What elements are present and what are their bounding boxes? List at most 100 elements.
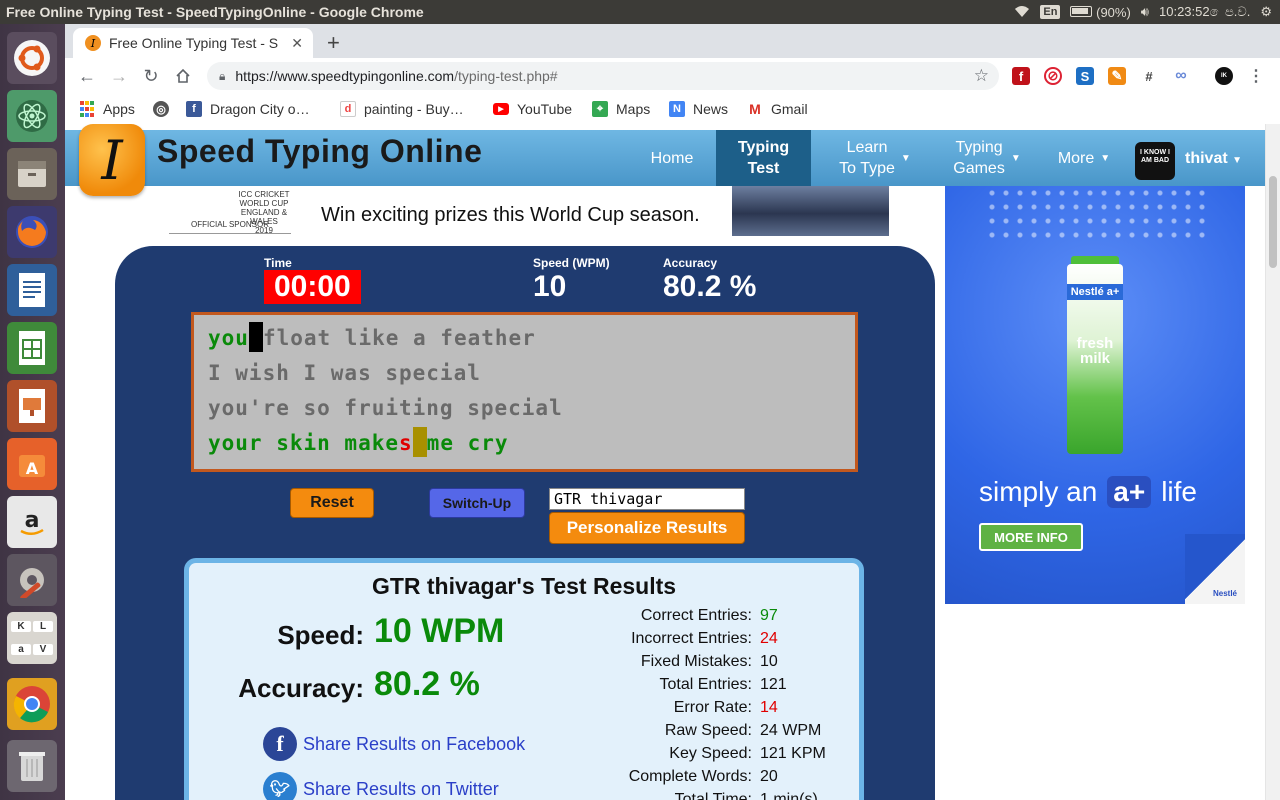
clock[interactable]: 10:23:52 ෙප.ව. (1159, 4, 1250, 20)
bookmark-news[interactable]: N News (669, 101, 728, 117)
bookmark-maps[interactable]: ⌖ Maps (592, 101, 650, 117)
lock-icon[interactable]: 🔒︎ (219, 69, 225, 84)
pencil-extension-icon[interactable]: ✎ (1108, 67, 1126, 85)
name-input[interactable] (549, 488, 745, 510)
ad-bridge-image (732, 186, 889, 236)
s-extension-icon[interactable]: S (1076, 67, 1094, 85)
tab-title: Free Online Typing Test - S (109, 35, 279, 51)
reset-button[interactable]: Reset (290, 488, 374, 518)
dropdown-caret-icon: ▼ (1010, 152, 1021, 164)
bookmark-dragon-city[interactable]: f Dragon City o… (186, 101, 310, 117)
forward-button[interactable]: → (107, 64, 131, 88)
site-favicon-icon: I (85, 35, 101, 51)
nav-more[interactable]: More ▼ (1049, 130, 1119, 186)
personalize-results-button[interactable]: Personalize Results (549, 512, 745, 544)
results-title: GTR thivagar's Test Results (371, 573, 677, 599)
page-scrollbar[interactable] (1265, 124, 1280, 800)
adblock-extension-icon[interactable]: ⊘ (1044, 67, 1062, 85)
user-menu[interactable]: thivat ▼ (1185, 150, 1242, 168)
stat-value: 20 (760, 768, 778, 785)
stat-row: Correct Entries: 97 (572, 607, 778, 625)
bookmark-gmail[interactable]: M Gmail (747, 101, 808, 117)
onboard-keyboard-icon[interactable]: K L a V (7, 612, 57, 664)
nestle-logo: Nestlé (1212, 589, 1237, 598)
more-info-button[interactable]: MORE INFO (979, 523, 1083, 551)
nav-home[interactable]: Home (637, 130, 707, 186)
gear-icon[interactable]: ⚙ (1260, 4, 1272, 20)
stat-label: Error Rate: (673, 699, 752, 716)
libreoffice-calc-icon[interactable] (7, 322, 57, 374)
scrollbar-thumb[interactable] (1269, 176, 1277, 268)
system-settings-icon[interactable] (7, 554, 57, 606)
site-logo[interactable]: I (79, 124, 145, 196)
stat-row: Total Entries: 121 (572, 676, 787, 694)
files-icon[interactable] (7, 148, 57, 200)
nav-typing-games[interactable]: Typing Games ▼ (937, 130, 1037, 186)
switch-up-button[interactable]: Switch-Up (429, 488, 525, 518)
share-twitter-link[interactable]: 🐦︎ Share Results on Twitter (263, 772, 499, 800)
stat-value: 24 WPM (760, 722, 822, 739)
home-button[interactable] (171, 64, 195, 88)
top-advertisement[interactable]: ICC CRICKET WORLD CUP ENGLAND & WALES 20… (169, 186, 889, 238)
stat-label: Raw Speed: (664, 722, 752, 739)
keyboard-language-indicator[interactable]: En (1040, 5, 1061, 19)
stat-value: 97 (760, 607, 778, 624)
battery-indicator[interactable]: (90%) (1070, 5, 1131, 20)
browser-tab[interactable]: I Free Online Typing Test - S ✕ (73, 28, 313, 58)
bookmark-painting[interactable]: d painting - Buy… (340, 101, 464, 117)
chrome-menu-icon[interactable]: ⋮ (1247, 67, 1265, 85)
close-tab-icon[interactable]: ✕ (291, 35, 303, 52)
reload-button[interactable]: ↻ (139, 64, 163, 88)
share-facebook-link[interactable]: f Share Results on Facebook (263, 727, 525, 761)
firefox-icon[interactable] (7, 206, 57, 258)
results-panel: GTR thivagar's Test Results Speed: 10 WP… (184, 558, 864, 800)
url-path: /typing-test.php# (454, 68, 558, 84)
libreoffice-impress-icon[interactable] (7, 380, 57, 432)
site-name[interactable]: Speed Typing Online (157, 133, 482, 170)
amazon-icon[interactable]: a (7, 496, 57, 548)
window-title: Free Online Typing Test - SpeedTypingOnl… (6, 4, 424, 20)
back-button[interactable]: ← (75, 64, 99, 88)
wifi-icon[interactable] (1014, 4, 1030, 21)
bookmarks-bar: Apps ◎ f Dragon City o… d painting - Buy… (65, 94, 1280, 124)
address-bar[interactable]: 🔒︎ https://www.speedtypingonline.com/typ… (207, 62, 999, 90)
user-avatar[interactable]: I KNOW I AM BAD (1135, 142, 1175, 180)
side-advertisement[interactable]: Nestlé a+ fresh milk simply an a+ life M… (945, 186, 1245, 604)
profile-avatar-icon[interactable]: IK (1215, 67, 1233, 85)
bookmark-star-icon[interactable]: ☆ (974, 66, 989, 86)
text-line-3: you're so fruiting special (208, 396, 563, 420)
nav-learn-to-type[interactable]: Learn To Type ▼ (825, 130, 925, 186)
text-cursor (248, 322, 263, 352)
facebook-icon: f (263, 727, 297, 761)
bookmark-youtube[interactable]: ▶ YouTube (493, 101, 572, 117)
svg-text:A: A (26, 459, 39, 478)
stat-row: Complete Words: 20 (572, 768, 778, 786)
flash-extension-icon[interactable]: f (1012, 67, 1030, 85)
hash-extension-icon[interactable]: # (1140, 67, 1158, 85)
result-accuracy-label: Accuracy: (238, 673, 364, 703)
globe-bookmark-icon[interactable]: ◎ (153, 101, 177, 117)
google-chrome-icon[interactable] (7, 678, 57, 730)
site-navbar: Speed Typing Online Home Typing Test Lea… (65, 130, 1265, 186)
stat-label: Complete Words: (628, 768, 752, 785)
trash-icon[interactable] (7, 740, 57, 792)
stat-label: Correct Entries: (640, 607, 752, 624)
atom-editor-icon[interactable] (7, 90, 57, 142)
stat-value: 14 (760, 699, 778, 716)
stat-row: Incorrect Entries: 24 (572, 630, 778, 648)
maps-icon: ⌖ (592, 101, 608, 117)
error-marker (412, 427, 427, 457)
ubuntu-software-icon[interactable]: A (7, 438, 57, 490)
libreoffice-writer-icon[interactable] (7, 264, 57, 316)
nav-typing-test[interactable]: Typing Test (716, 130, 811, 186)
web-page: Nestlé a+ fresh milk simply an a+ life M… (65, 124, 1265, 800)
typing-text-area[interactable]: you float like a feather I wish I was spe… (191, 312, 858, 472)
ubuntu-dash-icon[interactable] (7, 32, 57, 84)
new-tab-button[interactable]: + (327, 30, 340, 56)
infinity-extension-icon[interactable]: ∞ (1172, 67, 1190, 85)
gmail-icon: M (747, 101, 763, 117)
time-value: 00:00 (264, 270, 361, 304)
volume-icon[interactable]: 🔊︎ (1141, 4, 1149, 20)
bookmark-apps[interactable]: Apps (79, 101, 135, 117)
facebook-icon: f (186, 101, 202, 117)
